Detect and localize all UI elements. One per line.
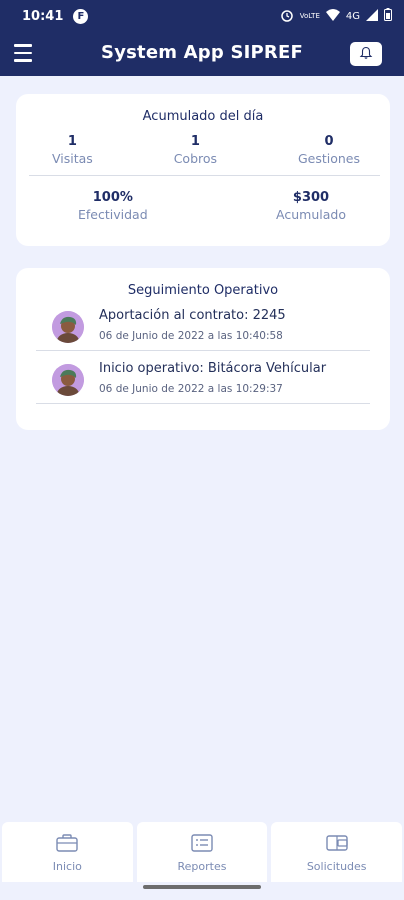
bottom-navigation: Inicio Reportes Solicitudes [0, 822, 404, 882]
stat-label: Gestiones [297, 151, 360, 166]
tracking-item[interactable]: Inicio operativo: Bitácora Vehícular 06 … [36, 351, 370, 404]
alarm-icon [280, 8, 294, 25]
stat-label: Acumulado [276, 207, 346, 222]
tracking-item-title: Inicio operativo: Bitácora Vehícular [99, 361, 327, 376]
briefcase-icon [56, 834, 79, 856]
stats-row-primary: 1 Visitas 1 Cobros 0 Gestiones [16, 134, 390, 166]
status-bar: 10:41 F VoLTE 4G [0, 0, 404, 32]
nav-label: Inicio [52, 860, 82, 873]
divider [29, 175, 380, 176]
stat-label: Cobros [173, 151, 218, 166]
tracking-title: Seguimiento Operativo [127, 283, 279, 298]
stat-value: 1 [190, 134, 200, 149]
app-title: System App SIPREF [101, 42, 303, 63]
nav-solicitudes[interactable]: Solicitudes [271, 822, 403, 882]
tracking-item[interactable]: Aportación al contrato: 2245 06 de Junio… [36, 298, 370, 351]
stat-value: 1 [67, 134, 77, 149]
stat-gestiones: 0 Gestiones [298, 134, 360, 166]
battery-icon [384, 8, 392, 24]
nav-inicio[interactable]: Inicio [2, 822, 133, 882]
notifications-button[interactable] [350, 42, 382, 66]
stat-visitas: 1 Visitas [52, 134, 93, 166]
avatar [52, 311, 84, 343]
wifi-icon [325, 8, 340, 24]
status-time: 10:41 [22, 8, 64, 24]
list-icon [191, 834, 213, 856]
tracking-item-date: 06 de Junio de 2022 a las 10:29:37 [99, 383, 283, 395]
stat-label: Efectividad [78, 207, 148, 222]
stat-value: $300 [292, 190, 330, 205]
network-label: 4G [345, 10, 360, 22]
stat-efectividad: 100% Efectividad [78, 190, 148, 222]
tracking-item-title: Aportación al contrato: 2245 [99, 308, 286, 323]
tracking-item-date: 06 de Junio de 2022 a las 10:40:58 [99, 330, 283, 342]
nav-label: Solicitudes [306, 860, 367, 873]
nav-reportes[interactable]: Reportes [136, 822, 268, 882]
stat-cobros: 1 Cobros [174, 134, 217, 166]
avatar [52, 364, 84, 396]
stat-acumulado: $300 Acumulado [276, 190, 346, 222]
volte-label: VoLTE [299, 11, 320, 20]
bell-icon [359, 45, 373, 64]
daily-summary-card: Acumulado del día 1 Visitas 1 Cobros 0 G… [16, 94, 390, 246]
stat-label: Visitas [52, 151, 93, 166]
wallet-icon [325, 834, 348, 856]
signal-icon [366, 8, 378, 24]
home-indicator[interactable] [143, 885, 261, 889]
tracking-card: Seguimiento Operativo Aportación al cont… [16, 268, 390, 430]
nav-label: Reportes [177, 860, 227, 873]
notification-badge-icon: F [73, 8, 89, 24]
stat-value: 0 [324, 134, 334, 149]
stats-row-secondary: 100% Efectividad $300 Acumulado [16, 190, 390, 222]
daily-summary-title: Acumulado del día [142, 109, 264, 124]
stat-value: 100% [92, 190, 133, 205]
app-bar: System App SIPREF [0, 32, 404, 76]
